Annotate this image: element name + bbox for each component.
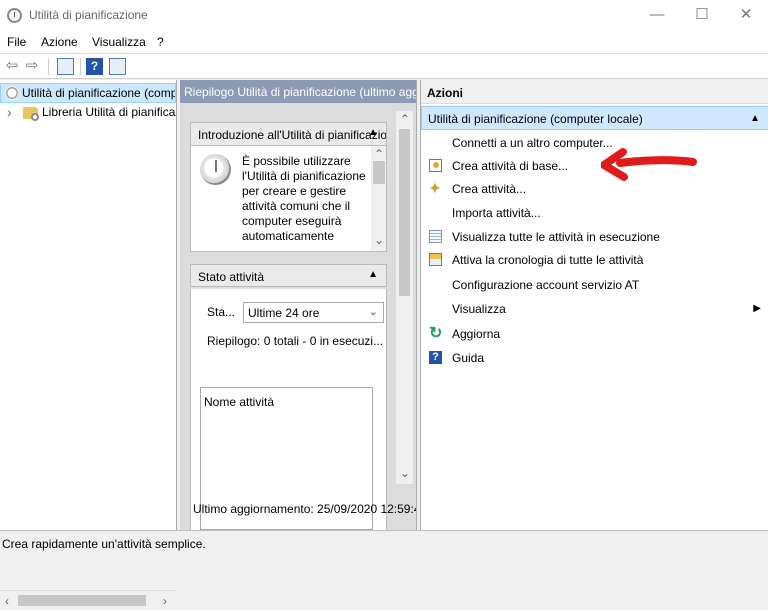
menu-visualizza[interactable]: Visualizza — [92, 35, 146, 49]
calendar-clock-icon — [429, 159, 442, 172]
tree-horizontal-scrollbar[interactable]: ‹ › — [0, 590, 177, 610]
section-title: Introduzione all'Utilità di pianificazio… — [198, 128, 387, 142]
action-label: Configurazione account servizio AT — [452, 278, 640, 292]
selected-option: Ultime 24 ore — [248, 306, 320, 320]
scroll-thumb[interactable] — [18, 595, 146, 606]
scroll-left-arrow-icon[interactable]: ‹ — [5, 594, 9, 608]
status-bar: Crea rapidamente un'attività semplice. — [0, 530, 768, 553]
action-label: Visualizza — [452, 302, 506, 316]
action-help[interactable]: ? Guida — [421, 348, 768, 369]
actions-group-label: Utilità di pianificazione (computer loca… — [428, 112, 643, 126]
actions-group-header[interactable]: Utilità di pianificazione (computer loca… — [421, 106, 768, 130]
forward-arrow-icon[interactable]: ⇨ — [23, 58, 41, 73]
action-enable-history[interactable]: Attiva la cronologia di tutte le attivit… — [421, 250, 768, 271]
tree-pane: Utilità di pianificazione (computer loca… — [0, 80, 177, 610]
action-view-running-tasks[interactable]: Visualizza tutte le attività in esecuzio… — [421, 227, 768, 248]
actions-pane: Azioni Utilità di pianificazione (comput… — [420, 80, 768, 530]
action-connect-computer[interactable]: Connetti a un altro computer... — [421, 133, 768, 154]
action-create-task[interactable]: ✦ Crea attività... — [421, 179, 768, 200]
scroll-down-arrow-icon[interactable]: ⌄ — [400, 466, 410, 480]
collapse-up-icon[interactable]: ▲ — [368, 127, 378, 138]
action-refresh[interactable]: ↻ Aggiorna — [421, 324, 768, 345]
action-label: Attiva la cronologia di tutte le attivit… — [452, 253, 644, 267]
back-arrow-icon[interactable]: ⇦ — [3, 58, 21, 73]
window-titlebar: Utilità di pianificazione — ☐ ✕ — [0, 0, 768, 31]
action-label: Crea attività di base... — [452, 159, 569, 173]
action-label: Aggiorna — [452, 327, 501, 341]
close-button[interactable]: ✕ — [736, 5, 756, 25]
chevron-down-icon: ⌄ — [368, 306, 378, 318]
menu-help[interactable]: ? — [157, 35, 164, 49]
collapse-up-icon[interactable]: ▲ — [368, 269, 378, 280]
action-at-service-account[interactable]: Configurazione account servizio AT — [421, 275, 768, 296]
clock-icon — [7, 8, 22, 23]
refresh-icon: ↻ — [429, 325, 443, 342]
window-title: Utilità di pianificazione — [29, 8, 148, 22]
status-section-header[interactable]: Stato attività ▲ — [190, 264, 387, 287]
help-icon[interactable]: ? — [86, 58, 103, 75]
scroll-thumb[interactable] — [399, 129, 410, 296]
summary-pane: Riepilogo Utilità di pianificazione (ult… — [180, 80, 417, 530]
scroll-up-arrow-icon[interactable]: ⌃ — [374, 147, 384, 161]
action-import-task[interactable]: Importa attività... — [421, 203, 768, 224]
spark-icon: ✦ — [429, 180, 441, 196]
tree-item-library[interactable]: › Libreria Utilità di pianificazione — [0, 103, 176, 123]
help-icon: ? — [429, 351, 442, 364]
tree-item-label: Libreria Utilità di pianificazione — [42, 105, 176, 119]
red-annotation-arrow-icon — [601, 148, 697, 181]
expand-chevron-icon[interactable]: › — [7, 104, 12, 120]
summary-header: Riepilogo Utilità di pianificazione (ult… — [180, 80, 416, 103]
action-create-basic-task[interactable]: Crea attività di base... — [421, 156, 768, 177]
show-hide-tree-icon[interactable] — [57, 58, 74, 75]
collapse-up-icon[interactable]: ▲ — [750, 113, 760, 124]
clock-icon — [200, 154, 231, 185]
scroll-up-arrow-icon[interactable]: ⌃ — [400, 112, 410, 126]
intro-vertical-scrollbar[interactable]: ⌃ ⌄ — [371, 146, 386, 251]
status-time-select[interactable]: Ultime 24 ore ⌄ — [243, 302, 384, 323]
action-label: Guida — [452, 351, 485, 365]
library-folder-icon — [23, 107, 39, 121]
menu-file[interactable]: File — [7, 35, 26, 49]
tree-item-label: Utilità di pianificazione (computer loca… — [22, 86, 175, 100]
actions-pane-title: Azioni — [421, 80, 768, 104]
tree-item-local-scheduler[interactable]: Utilità di pianificazione (computer loca… — [0, 83, 176, 103]
action-view-submenu[interactable]: Visualizza ▶ — [421, 299, 768, 320]
toolbar: ⇦ ⇨ ? — [0, 53, 768, 79]
action-label: Visualizza tutte le attività in esecuzio… — [452, 230, 660, 244]
status-label: Sta... — [207, 305, 236, 319]
show-action-pane-icon[interactable] — [109, 58, 126, 75]
summary-vertical-scrollbar[interactable]: ⌃ ⌄ — [396, 111, 413, 484]
action-label: Importa attività... — [452, 206, 541, 220]
minimize-button[interactable]: — — [647, 5, 667, 25]
task-summary: Riepilogo: 0 totali - 0 in esecuzi... — [207, 334, 384, 348]
scroll-thumb[interactable] — [373, 161, 385, 184]
chevron-right-icon: ▶ — [753, 303, 761, 314]
menu-bar: File Azione Visualizza ? — [0, 31, 768, 53]
scroll-down-arrow-icon[interactable]: ⌄ — [374, 233, 384, 247]
maximize-button[interactable]: ☐ — [692, 5, 712, 25]
task-name-header[interactable]: Nome attività — [204, 395, 274, 409]
toolbar-separator — [80, 58, 81, 75]
task-list-icon — [429, 230, 442, 243]
scroll-right-arrow-icon[interactable]: › — [163, 594, 167, 608]
toolbar-separator — [48, 58, 49, 75]
action-label: Crea attività... — [452, 182, 527, 196]
last-update: Ultimo aggiornamento: 25/09/2020 12:59:4 — [193, 502, 417, 516]
menu-azione[interactable]: Azione — [41, 35, 78, 49]
intro-section-header[interactable]: Introduzione all'Utilità di pianificazio… — [190, 122, 387, 146]
action-label: Connetti a un altro computer... — [452, 136, 613, 150]
clock-icon — [5, 86, 19, 100]
section-title: Stato attività — [198, 270, 265, 284]
intro-section-body: È possibile utilizzare l'Utilità di pian… — [190, 146, 387, 252]
intro-description: È possibile utilizzare l'Utilità di pian… — [242, 154, 366, 243]
history-icon — [429, 253, 442, 266]
